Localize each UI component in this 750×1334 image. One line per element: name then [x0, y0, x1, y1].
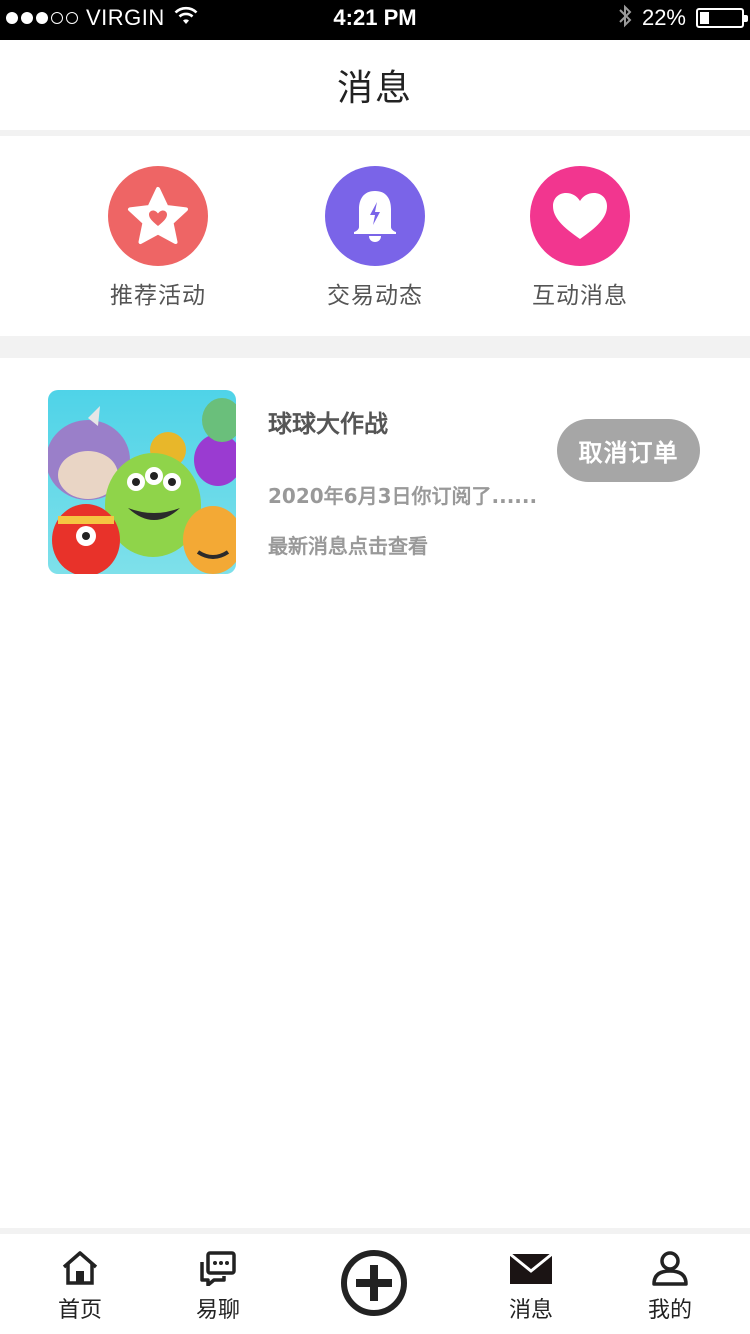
message-subtitle: 最新消息点击查看 — [268, 534, 428, 558]
page-title: 消息 — [336, 68, 413, 109]
nav-item-add[interactable] — [339, 1248, 409, 1318]
status-right: 22% — [618, 0, 748, 36]
bell-icon — [325, 166, 425, 266]
bluetooth-icon — [618, 4, 632, 32]
chat-icon — [198, 1250, 238, 1290]
category-recommended-activities[interactable]: 推荐活动 — [78, 166, 238, 310]
section-divider — [0, 336, 750, 358]
bottom-nav: 首页 易聊 消息 我的 — [0, 1234, 750, 1334]
nav-item-messages[interactable]: 消息 — [471, 1250, 591, 1324]
home-icon — [60, 1250, 100, 1290]
status-bar: VIRGIN 4:21 PM 22% — [0, 0, 750, 40]
category-label: 互动消息 — [532, 283, 628, 309]
nav-label: 消息 — [508, 1298, 553, 1323]
battery-percent: 22% — [641, 5, 686, 30]
category-transaction-updates[interactable]: 交易动态 — [295, 166, 455, 310]
nav-item-home[interactable]: 首页 — [20, 1250, 140, 1324]
category-label: 交易动态 — [327, 283, 423, 309]
battery-level-fill — [700, 12, 709, 24]
user-icon — [650, 1250, 690, 1290]
message-date-text: 2020年6月3日你订阅了...... — [268, 484, 538, 508]
plus-circle-icon — [339, 1250, 409, 1322]
heart-icon — [530, 166, 630, 266]
nav-label: 易聊 — [195, 1298, 240, 1323]
nav-label: 首页 — [57, 1298, 102, 1323]
message-title: 球球大作战 — [268, 410, 388, 438]
game-monsters-thumbnail — [48, 390, 236, 574]
cancel-order-button[interactable]: 取消订单 — [557, 419, 700, 482]
message-list-item[interactable]: 球球大作战 2020年6月3日你订阅了...... 最新消息点击查看 取消订单 — [0, 358, 750, 598]
mail-icon — [509, 1250, 553, 1290]
nav-label: 我的 — [647, 1298, 692, 1323]
nav-item-profile[interactable]: 我的 — [610, 1250, 730, 1324]
nav-item-chat[interactable]: 易聊 — [158, 1250, 278, 1324]
category-shortcuts: 推荐活动 交易动态 互动消息 — [0, 136, 750, 336]
page-header: 消息 — [0, 40, 750, 130]
category-label: 推荐活动 — [110, 283, 206, 309]
battery-icon — [696, 8, 748, 28]
star-heart-icon — [108, 166, 208, 266]
category-interaction-messages[interactable]: 互动消息 — [500, 166, 660, 310]
